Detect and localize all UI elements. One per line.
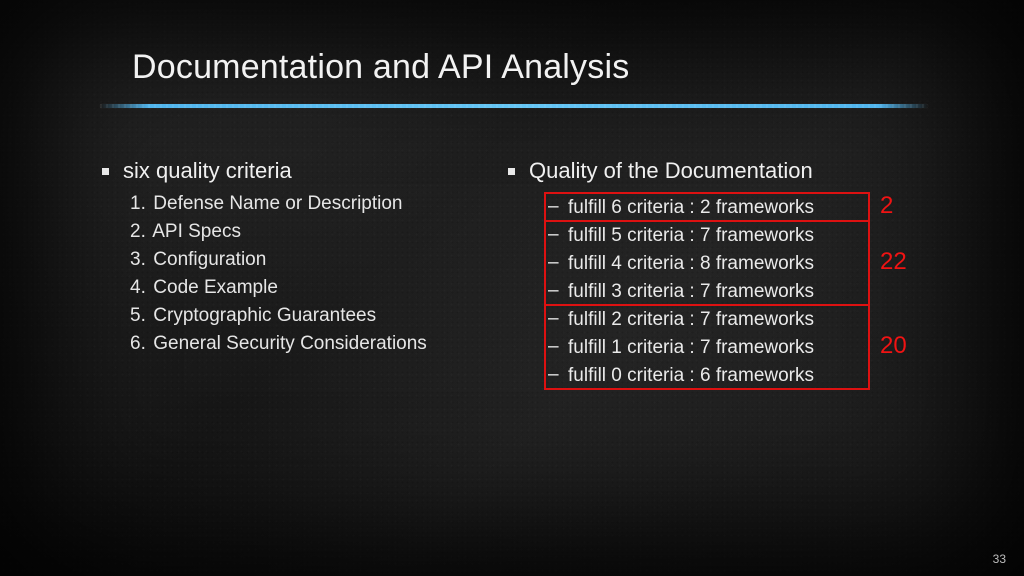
- list-item: –fulfill 4 criteria : 8 frameworks: [548, 250, 814, 278]
- left-heading-row: six quality criteria: [100, 158, 500, 184]
- content-columns: six quality criteria 1. Defense Name or …: [100, 158, 964, 358]
- dash-bullet-icon: –: [548, 333, 562, 361]
- group-count-label: 20: [880, 332, 907, 360]
- list-item: –fulfill 3 criteria : 7 frameworks: [548, 278, 814, 306]
- square-bullet-icon: [508, 168, 515, 175]
- title-underline: [100, 104, 928, 108]
- list-number: 6.: [130, 330, 148, 358]
- dash-bullet-icon: –: [548, 249, 562, 277]
- list-text: Configuration: [148, 249, 266, 270]
- list-number: 1.: [130, 190, 148, 218]
- list-text: Cryptographic Guarantees: [148, 305, 376, 326]
- list-text: General Security Considerations: [148, 333, 427, 354]
- left-column: six quality criteria 1. Defense Name or …: [100, 158, 500, 358]
- numbered-list: 1. Defense Name or Description2. API Spe…: [130, 190, 500, 358]
- list-number: 2.: [130, 218, 148, 246]
- left-heading: six quality criteria: [123, 158, 292, 183]
- list-number: 3.: [130, 246, 148, 274]
- slide-title: Documentation and API Analysis: [132, 48, 629, 87]
- group-count-label: 2: [880, 192, 893, 220]
- right-heading-row: Quality of the Documentation: [506, 158, 960, 184]
- list-text: Code Example: [148, 277, 278, 298]
- slide: Documentation and API Analysis six quali…: [0, 0, 1024, 576]
- dash-bullet-icon: –: [548, 305, 562, 333]
- list-text: fulfill 3 criteria : 7 frameworks: [568, 281, 814, 302]
- list-item: 4. Code Example: [130, 274, 500, 302]
- list-item: –fulfill 5 criteria : 7 frameworks: [548, 222, 814, 250]
- list-item: 5. Cryptographic Guarantees: [130, 302, 500, 330]
- group-count-label: 22: [880, 248, 907, 276]
- list-item: –fulfill 2 criteria : 7 frameworks: [548, 306, 814, 334]
- list-item: 3. Configuration: [130, 246, 500, 274]
- list-item: 6. General Security Considerations: [130, 330, 500, 358]
- list-text: fulfill 4 criteria : 8 frameworks: [568, 253, 814, 274]
- list-item: 2. API Specs: [130, 218, 500, 246]
- list-item: –fulfill 0 criteria : 6 frameworks: [548, 362, 814, 390]
- list-text: fulfill 2 criteria : 7 frameworks: [568, 309, 814, 330]
- list-number: 5.: [130, 302, 148, 330]
- list-item: 1. Defense Name or Description: [130, 190, 500, 218]
- dash-list: –fulfill 6 criteria : 2 frameworks–fulfi…: [548, 194, 814, 390]
- right-column: Quality of the Documentation –fulfill 6 …: [500, 158, 960, 358]
- list-item: –fulfill 6 criteria : 2 frameworks: [548, 194, 814, 222]
- dash-bullet-icon: –: [548, 221, 562, 249]
- list-text: fulfill 5 criteria : 7 frameworks: [568, 225, 814, 246]
- list-text: fulfill 0 criteria : 6 frameworks: [568, 365, 814, 386]
- dash-bullet-icon: –: [548, 193, 562, 221]
- list-text: fulfill 6 criteria : 2 frameworks: [568, 197, 814, 218]
- list-number: 4.: [130, 274, 148, 302]
- right-heading: Quality of the Documentation: [529, 158, 813, 183]
- list-text: Defense Name or Description: [148, 193, 403, 214]
- page-number: 33: [993, 552, 1006, 566]
- dash-bullet-icon: –: [548, 277, 562, 305]
- list-item: –fulfill 1 criteria : 7 frameworks: [548, 334, 814, 362]
- list-text: fulfill 1 criteria : 7 frameworks: [568, 337, 814, 358]
- square-bullet-icon: [102, 168, 109, 175]
- list-text: API Specs: [148, 221, 241, 242]
- dash-bullet-icon: –: [548, 361, 562, 389]
